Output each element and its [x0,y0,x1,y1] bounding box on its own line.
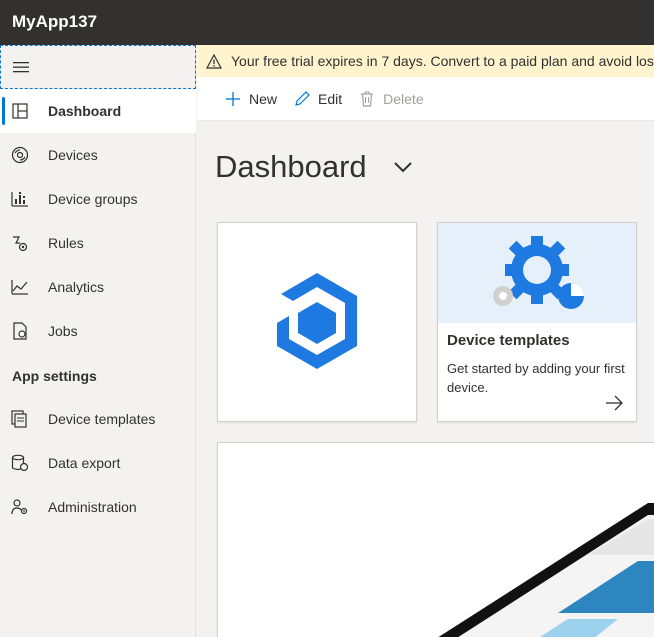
gear-icon [493,236,584,309]
analytics-icon [10,277,30,297]
sidebar-item-data-export[interactable]: Data export [0,441,196,485]
delete-button-label: Delete [383,90,424,107]
delete-button[interactable]: Delete [358,90,424,108]
trash-icon [358,90,376,108]
hamburger-icon [13,62,29,73]
arrow-right-icon[interactable] [604,393,624,413]
sidebar-item-devices[interactable]: Devices [0,133,196,177]
device-groups-icon [10,189,30,209]
hero-image-tile [217,442,654,637]
sidebar-item-label: Jobs [48,323,78,339]
page-title: Dashboard [215,149,367,184]
trial-warning-banner: Your free trial expires in 7 days. Conve… [197,45,654,77]
sidebar-item-device-groups[interactable]: Device groups [0,177,196,221]
sidebar-item-label: Administration [48,499,137,515]
tablet-illustration [438,503,654,637]
command-bar: New Edit Delete [197,77,654,121]
administration-icon [10,497,30,517]
device-templates-illustration [438,223,636,323]
sidebar-item-label: Devices [48,147,98,163]
devices-icon [10,145,30,165]
tile-title: Device templates [447,332,570,349]
new-button[interactable]: New [224,90,277,108]
sidebar: Dashboard Devices Device groups Rules An… [0,45,196,637]
app-title[interactable]: MyApp137 [12,12,97,32]
sidebar-item-rules[interactable]: Rules [0,221,196,265]
iot-central-logo [277,273,357,369]
sidebar-item-label: Rules [48,235,84,251]
device-templates-icon [10,409,30,429]
device-templates-tile[interactable]: Device templates Get started by adding y… [437,222,637,422]
rules-icon [10,233,30,253]
pencil-icon [293,90,311,108]
sidebar-item-analytics[interactable]: Analytics [0,265,196,309]
add-icon [224,90,242,108]
section-label-app-settings: App settings [12,368,97,384]
sidebar-item-device-templates[interactable]: Device templates [0,397,196,441]
iot-central-logo-tile [217,222,417,422]
warning-icon [206,53,222,69]
main-content: Your free trial expires in 7 days. Conve… [197,45,654,637]
sidebar-item-label: Device groups [48,191,138,207]
sidebar-item-jobs[interactable]: Jobs [0,309,196,353]
jobs-icon [10,321,30,341]
sidebar-item-label: Data export [48,455,121,471]
chevron-down-icon[interactable] [391,155,415,179]
edit-button-label: Edit [318,90,343,107]
new-button-label: New [249,90,278,107]
sidebar-item-label: Dashboard [48,103,122,119]
data-export-icon [10,453,30,473]
dashboard-icon [10,101,30,121]
top-bar: MyApp137 [0,0,654,45]
sidebar-item-dashboard[interactable]: Dashboard [0,89,196,133]
sidebar-item-label: Analytics [48,279,105,295]
tile-description: Get started by adding your first device. [447,361,625,395]
sidebar-item-administration[interactable]: Administration [0,485,196,529]
hamburger-menu-button[interactable] [0,45,196,89]
edit-button[interactable]: Edit [293,90,342,108]
sidebar-item-label: Device templates [48,411,156,427]
banner-text: Your free trial expires in 7 days. Conve… [231,53,654,69]
